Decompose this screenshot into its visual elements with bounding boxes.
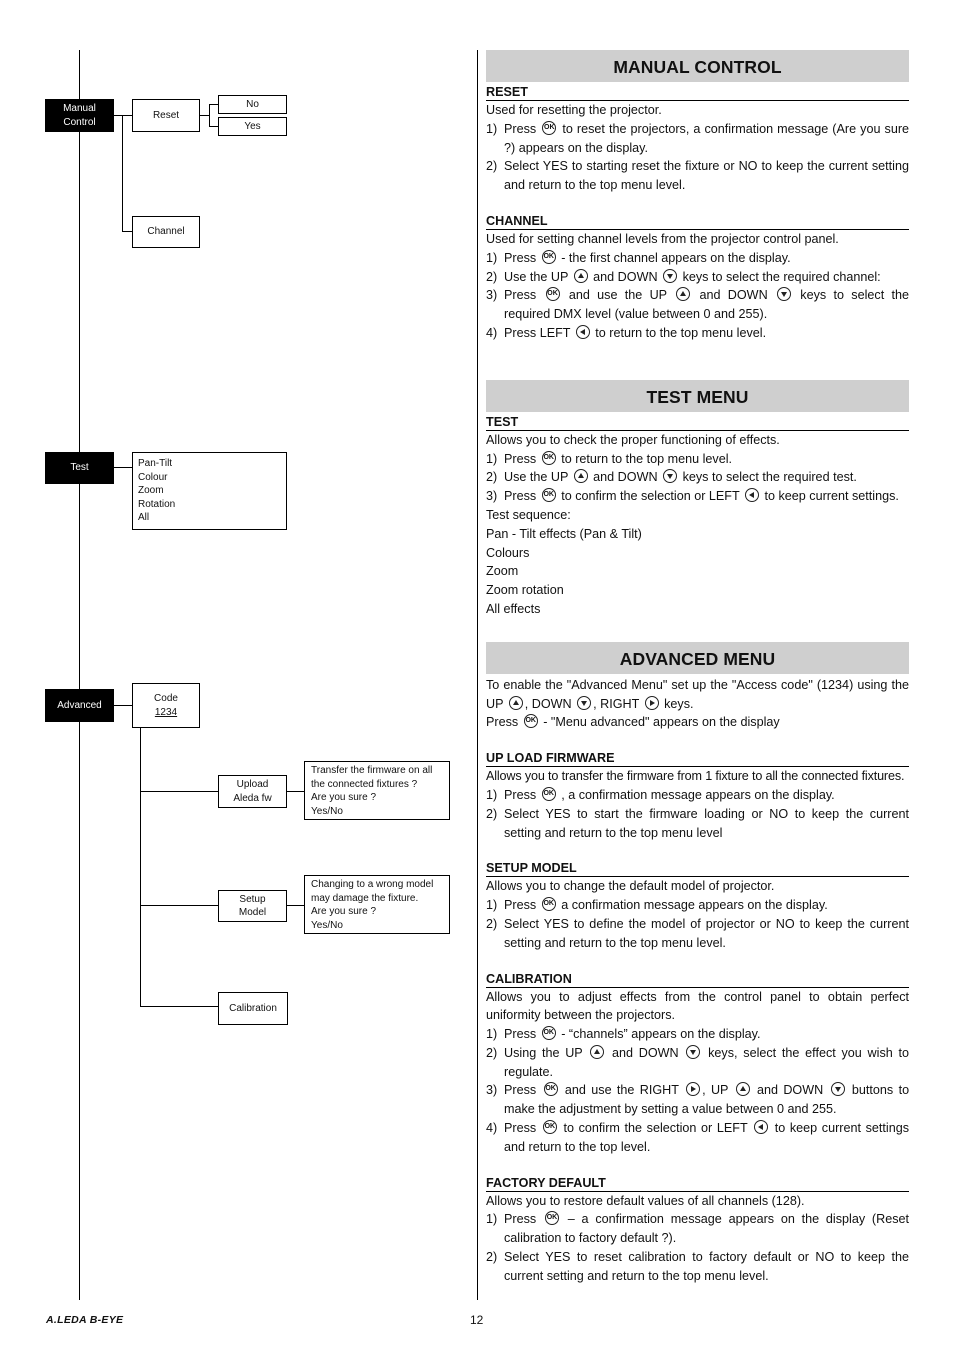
connector [140,791,219,792]
right-arrow-icon [644,695,659,710]
step: 2) Select YES to start the firmware load… [486,806,909,840]
step: 2) Select YES to define the model of pro… [486,916,909,950]
step: 1) Press - “channels” appears on the dis… [486,1025,909,1044]
test-item: All [138,512,150,523]
test-item: Zoom [138,485,164,496]
connector [122,115,123,232]
step: 4) Press LEFT to return to the top menu … [486,324,767,340]
test-item: Colour [138,471,168,483]
ok-button-icon [541,786,556,801]
page-number: 12 [470,1313,484,1327]
tree-spine [79,50,80,1300]
step: 2) Select YES to starting reset the fixt… [486,159,909,193]
test-sequence-item: Zoom [486,564,519,579]
node-channel: Channel [132,216,200,248]
step: 2) Select YES to reset calibration to fa… [486,1250,909,1283]
test-item: Pan-Tilt [138,458,173,469]
down-arrow-icon [776,287,791,302]
step: 1) Press - the first channel appears on … [486,249,909,268]
node-reset: Reset [132,99,200,132]
test-item: Rotation [138,498,176,510]
subheading-setup-model: SETUP MODEL [486,860,909,878]
node-upload-fw: Upload Aleda fw [218,775,287,808]
node-setup-model: Setup Model [218,890,287,922]
subheading-test: TEST [486,414,909,431]
section-title-advanced-menu: ADVANCED MENU [486,641,909,674]
access-code: 1234 [154,706,178,718]
ok-button-icon [541,897,556,912]
up-arrow-icon [735,1082,750,1097]
step: 1) Press , a confirmation message appear… [486,786,909,805]
node-reset-no: No [218,95,287,114]
connector [114,705,133,706]
node-calibration: Calibration [218,992,288,1025]
connector [114,115,133,116]
step: 2) Use the UP and DOWN keys to select th… [486,469,857,485]
test-sequence-item: Colours [486,545,530,560]
down-arrow-icon [577,695,592,710]
down-arrow-icon [830,1082,845,1097]
subheading-upload-firmware: UP LOAD FIRMWARE [486,750,909,768]
subheading-channel: CHANNEL [486,213,909,230]
connector [114,467,133,468]
ok-button-icon [543,1082,558,1097]
connector [287,905,305,906]
section-title-manual-control: MANUAL CONTROL [486,50,909,82]
up-arrow-icon [573,268,588,283]
test-sequence-item: All effects [486,601,541,616]
down-arrow-icon [663,469,678,484]
step: 2) Using the UP and DOWN keys, select th… [486,1044,909,1079]
node-advanced: Advanced [45,689,114,722]
step: 1) Press to return to the top menu level… [486,450,909,469]
test-sequence-item: Zoom rotation [486,583,564,598]
subheading-calibration: CALIBRATION [486,971,909,988]
right-arrow-icon [686,1082,701,1097]
down-arrow-icon [663,268,678,283]
test-sequence-item: Pan - Tilt effects (Pan & Tilt) [486,526,642,541]
node-setup-msg: Changing to a wrong model may damage the… [304,875,450,934]
step: 3) Press and use the RIGHT , UP and DOWN… [486,1081,909,1119]
left-arrow-icon [744,488,759,503]
down-arrow-icon [686,1044,701,1059]
step: 1) Press to reset the projectors, a conf… [486,120,909,158]
node-code: Code 1234 [132,683,200,728]
step: 1) Press a confirmation message appears … [486,896,909,915]
subheading-factory-default: FACTORY DEFAULT [486,1175,909,1192]
up-arrow-icon [508,695,523,710]
connector [287,791,305,792]
ok-button-icon [541,488,556,503]
instructions-column: MANUAL CONTROL RESET Used for resetting … [486,50,909,1286]
section-title-test-menu: TEST MENU [486,379,909,412]
ok-button-icon [542,1120,557,1135]
connector [209,104,210,127]
connector [140,905,219,906]
node-test: Test [45,452,114,484]
node-upload-msg: Transfer the firmware on all the connect… [304,761,450,820]
step: 3) Press to confirm the selection or LEF… [486,487,909,506]
ok-button-icon [542,120,557,135]
node-test-items: Pan-Tilt Colour Zoom Rotation All [132,452,287,530]
step: 3) Press and use the UP and DOWN keys to… [486,286,909,324]
ok-button-icon [545,287,560,302]
ok-button-icon [541,1026,556,1041]
column-divider [477,50,478,1300]
ok-button-icon [541,249,556,264]
up-arrow-icon [573,469,588,484]
connector [140,1006,219,1007]
node-manual-control: Manual Control [45,99,114,132]
footer-brand: A.LEDA B-EYE [46,1314,124,1326]
up-arrow-icon [590,1044,605,1059]
step: 4) Press to confirm the selection or LEF… [486,1119,909,1157]
ok-button-icon [523,714,538,729]
ok-button-icon [544,1211,559,1226]
step: 2) Use the UP and DOWN keys to select th… [486,268,881,284]
step: 1) Press – a confirmation message appear… [486,1210,909,1248]
left-arrow-icon [754,1120,769,1135]
left-arrow-icon [575,324,590,339]
ok-button-icon [541,450,556,465]
subheading-reset: RESET [486,84,909,101]
node-reset-yes: Yes [218,117,287,136]
connector [140,728,141,1007]
up-arrow-icon [676,287,691,302]
